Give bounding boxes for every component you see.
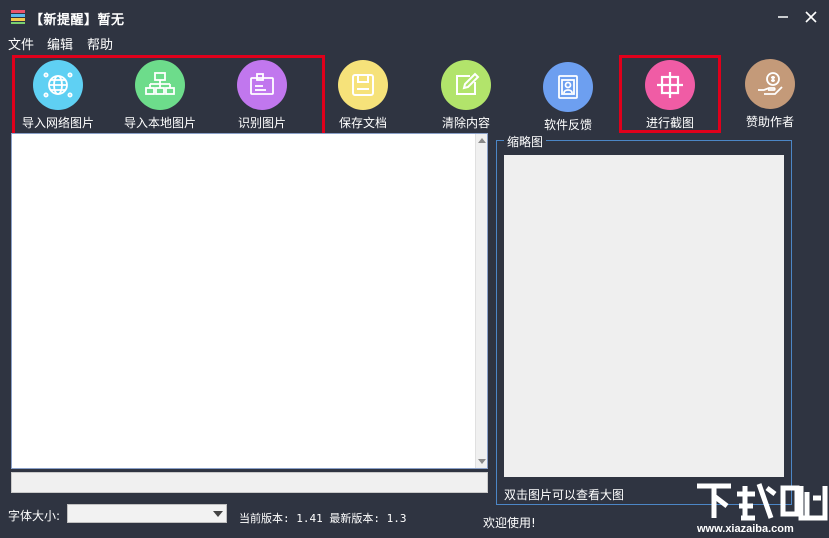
close-button[interactable] (800, 6, 822, 28)
font-size-select[interactable] (67, 504, 227, 523)
menu-edit[interactable]: 编辑 (47, 34, 73, 53)
scroll-down-icon[interactable] (478, 459, 486, 464)
globe-network-icon (33, 60, 83, 110)
donate-hand-icon (745, 59, 795, 109)
thumbnail-title: 缩略图 (504, 133, 547, 150)
save-document-button[interactable]: 保存文档 (313, 58, 413, 134)
tool-label: 进行截图 (645, 116, 694, 130)
menu-help[interactable]: 帮助 (87, 34, 113, 53)
thumbnail-image[interactable] (504, 155, 784, 477)
app-icon (10, 9, 26, 25)
contact-card-icon (543, 62, 593, 112)
id-card-icon (237, 60, 287, 110)
version-info: 当前版本: 1.41 最新版本: 1.3 (239, 512, 407, 525)
watermark-logo: www.xiazaiba.com (693, 478, 829, 535)
floppy-disk-icon (338, 60, 388, 110)
window-title: 【新提醒】暂无 (30, 13, 125, 28)
local-network-icon (135, 60, 185, 110)
edit-icon (441, 60, 491, 110)
sponsor-author-button[interactable]: 赞助作者 (720, 57, 820, 133)
software-feedback-button[interactable]: 软件反馈 (518, 60, 618, 136)
tool-label: 赞助作者 (745, 115, 794, 129)
import-web-image-button[interactable]: 导入网络图片 (8, 58, 108, 134)
clear-content-button[interactable]: 清除内容 (416, 58, 516, 134)
tool-label: 导入网络图片 (21, 116, 94, 130)
title-bar: 【新提醒】暂无 (0, 0, 829, 34)
scroll-up-icon[interactable] (478, 138, 486, 143)
font-size-label: 字体大小: (8, 509, 61, 523)
vertical-scrollbar[interactable] (475, 134, 487, 468)
close-icon (805, 11, 817, 23)
minimize-button[interactable] (772, 6, 794, 28)
menu-file[interactable]: 文件 (8, 34, 34, 53)
tool-label: 清除内容 (441, 116, 490, 130)
take-screenshot-button[interactable]: 进行截图 (620, 58, 720, 134)
recognize-image-button[interactable]: 识别图片 (212, 58, 312, 134)
crop-grid-icon (645, 60, 695, 110)
tool-label: 软件反馈 (543, 118, 592, 132)
ocr-result-textarea[interactable] (11, 133, 488, 469)
menu-bar: 文件 编辑 帮助 (0, 34, 829, 53)
minimize-icon (778, 16, 788, 18)
tool-label: 识别图片 (237, 116, 286, 130)
chevron-down-icon[interactable] (209, 505, 226, 522)
tool-label: 导入本地图片 (123, 116, 196, 130)
tool-label: 保存文档 (338, 116, 387, 130)
import-local-image-button[interactable]: 导入本地图片 (110, 58, 210, 134)
thumbnail-caption: 双击图片可以查看大图 (504, 488, 625, 502)
horizontal-scrollbar[interactable] (11, 472, 488, 493)
svg-text:www.xiazaiba.com: www.xiazaiba.com (696, 523, 794, 535)
welcome-message: 欢迎使用! (483, 516, 536, 530)
